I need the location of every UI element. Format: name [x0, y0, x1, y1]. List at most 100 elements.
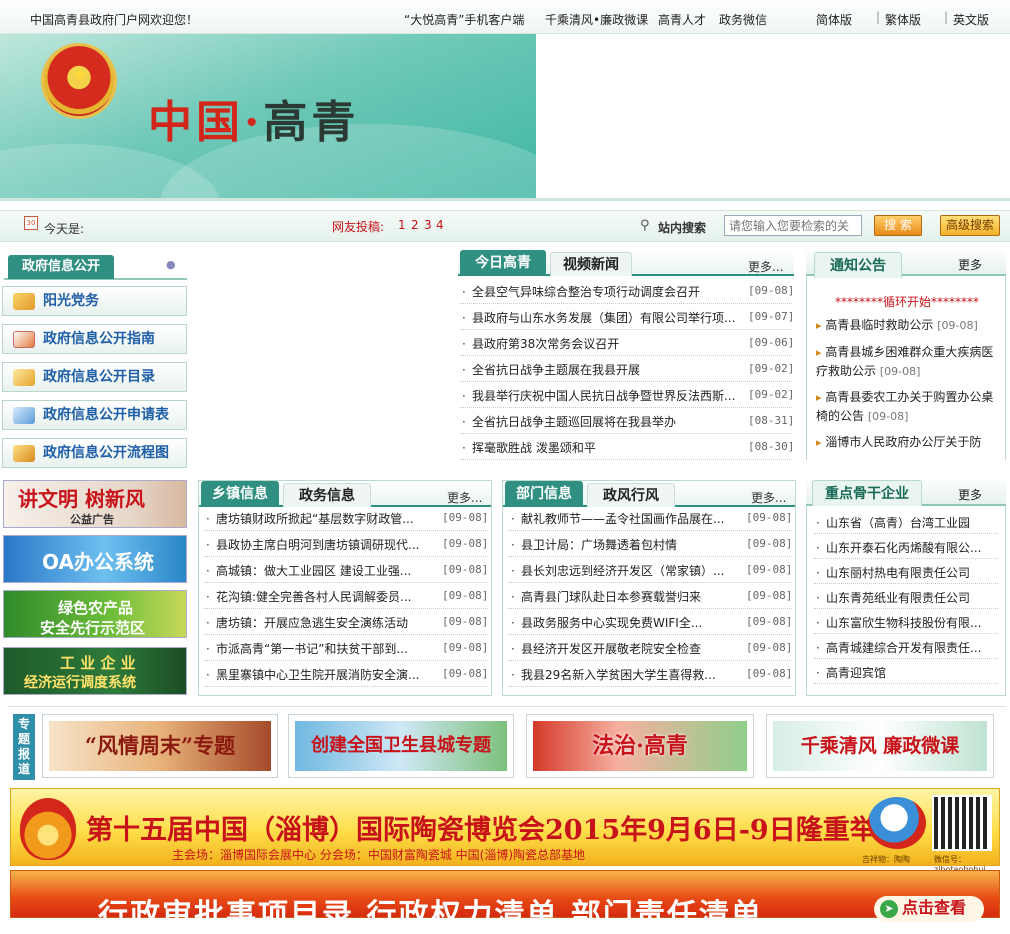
list-item-title: 全县空气异味综合整治专项行动调度会召开 [472, 285, 701, 299]
notice-item[interactable]: ▸ 高青县城乡困难群众重大疾病医疗救助公示 [09-08] [816, 343, 996, 381]
dotted-divider [204, 634, 488, 635]
welcome-text: 中国高青县政府门户网欢迎您！ [30, 13, 199, 27]
top-link-wechat[interactable]: 政务微信 [719, 11, 767, 28]
menu-disclosure-catalog[interactable]: 政府信息公开目录 [2, 362, 187, 392]
list-item[interactable]: · 全省抗日战争主题巡回展将在我县举办 [462, 413, 744, 430]
tab-town-info[interactable]: 乡镇信息 [201, 481, 279, 507]
list-item[interactable]: · 县政府第38次常务会议召开 [462, 335, 744, 352]
search-button[interactable]: 搜 索 [874, 215, 922, 236]
dotted-divider [204, 686, 488, 687]
zt-banner-integrity[interactable]: 千乘清风 廉政微课 [766, 714, 994, 778]
zt-banner-rule-of-law[interactable]: 法治·高青 [526, 714, 754, 778]
enterprise-item[interactable]: · 山东富欣生物科技股份有限... [816, 614, 996, 631]
enterprise-item[interactable]: · 山东省（高青）台湾工业园 [816, 514, 996, 531]
enterprise-item[interactable]: · 山东开泰石化丙烯酸有限公... [816, 539, 996, 556]
banner-oa-system[interactable]: OA办公系统 [3, 535, 187, 583]
enterprise-item[interactable]: · 山东青苑纸业有限责任公司 [816, 589, 996, 606]
notice-item[interactable]: ▸ 高青县委农工办关于购置办公桌椅的公告 [09-08] [816, 388, 996, 426]
menu-disclosure-application[interactable]: 政府信息公开申请表 [2, 400, 187, 430]
list-item[interactable]: · 唐坊镇财政所掀起“基层数字财政管... [206, 510, 436, 527]
menu-disclosure-guide[interactable]: 政府信息公开指南 [2, 324, 187, 354]
tab-conduct[interactable]: 政风行风 [587, 483, 675, 507]
list-item-title: 唐坊镇：开展应急逃生安全演练活动 [216, 616, 409, 630]
list-item[interactable]: · 市派高青“第一书记”和扶贫干部到... [206, 640, 436, 657]
tab-dept-info[interactable]: 部门信息 [505, 481, 583, 507]
dotted-divider [814, 608, 998, 609]
tab-video-news[interactable]: 视频新闻 [550, 252, 632, 276]
list-item-date: [09-08] [442, 511, 489, 524]
dotted-divider [508, 686, 792, 687]
arrow-right-icon: ➤ [880, 900, 898, 918]
lang-traditional[interactable]: 繁体版 [885, 11, 921, 28]
list-item[interactable]: · 县卫计局：广场舞透着包村情 [511, 536, 741, 553]
enterprise-item[interactable]: · 高青城建综合开发有限责任... [816, 639, 996, 656]
list-item[interactable]: · 县政府与山东水务发展（集团）有限公司举行项... [462, 309, 744, 326]
list-item-title: 我县举行庆祝中国人民抗日战争暨世界反法西斯... [472, 389, 736, 403]
list-item-date: [09-08] [746, 641, 793, 654]
bullet-icon: · [462, 389, 466, 403]
list-item[interactable]: · 全县空气异味综合整治专项行动调度会召开 [462, 283, 744, 300]
contribution-page-link[interactable]: 3 [424, 218, 432, 232]
notice-item[interactable]: ▸ 淄博市人民政府办公厅关于防 [816, 433, 996, 459]
list-item-title: 献礼教师节——孟令社国画作品展在... [521, 512, 725, 526]
dotted-divider [204, 582, 488, 583]
notice-tab[interactable]: 通知公告 [814, 252, 902, 278]
town-more-link[interactable]: 更多... [447, 489, 482, 506]
dotted-divider [204, 608, 488, 609]
banner-civility-ad[interactable]: 讲文明 树新风 公益广告 [3, 480, 187, 528]
bullet-icon: · [462, 441, 466, 455]
top-link-talent[interactable]: 高青人才 [658, 11, 706, 28]
bullet-icon: · [816, 591, 820, 605]
notice-item[interactable]: ▸ 高青县临时救助公示 [09-08] [816, 316, 996, 335]
search-input[interactable] [724, 215, 862, 236]
zt-banner-health-county[interactable]: 创建全国卫生县城专题 [288, 714, 514, 778]
banner-subtitle: 经济运行调度系统 [24, 675, 136, 691]
news-more-link[interactable]: 更多... [748, 258, 783, 275]
lang-english[interactable]: 英文版 [953, 11, 989, 28]
list-item[interactable]: · 挥毫歌胜战 泼墨颂和平 [462, 439, 744, 456]
zt-banner-weekend[interactable]: “风情周末”专题 [42, 714, 278, 778]
notice-more-link[interactable]: 更多 [958, 256, 982, 273]
bullet-icon: · [206, 642, 210, 656]
menu-disclosure-flowchart[interactable]: 政府信息公开流程图 [2, 438, 187, 468]
speaker-icon: ▸ [816, 319, 822, 332]
contribution-page-link[interactable]: 2 [411, 218, 419, 232]
list-item[interactable]: · 全省抗日战争主题展在我县开展 [462, 361, 744, 378]
contribution-page-link[interactable]: 1 [398, 218, 406, 232]
list-item[interactable]: · 花沟镇:健全完善各村人民调解委员... [206, 588, 436, 605]
notice-title: 高青县临时救助公示 [825, 318, 934, 332]
top-link-integrity-course[interactable]: 千乘清风•廉政微课 [545, 11, 648, 28]
list-item[interactable]: · 县政协主席白明河到唐坊镇调研现代... [206, 536, 436, 553]
list-item[interactable]: · 高青县门球队赴日本参赛载誉归来 [511, 588, 741, 605]
list-item[interactable]: · 唐坊镇：开展应急逃生安全演练活动 [206, 614, 436, 631]
list-item-date: [09-08] [442, 589, 489, 602]
list-item[interactable]: · 县经济开发区开展敬老院安全检查 [511, 640, 741, 657]
banner-industry-system[interactable]: 工 业 企 业 经济运行调度系统 [3, 647, 187, 695]
tab-today-gaoqing[interactable]: 今日高青 [460, 250, 546, 276]
list-item[interactable]: · 县长刘忠远到经济开发区（常家镇）... [511, 562, 741, 579]
contribution-page-link[interactable]: 4 [436, 218, 444, 232]
menu-party-affairs[interactable]: 阳光党务 [2, 286, 187, 316]
list-item[interactable]: · 献礼教师节——孟令社国画作品展在... [511, 510, 741, 527]
advanced-search-button[interactable]: 高级搜索 [940, 215, 1000, 236]
list-item-title: 市派高青“第一书记”和扶贫干部到... [216, 642, 408, 656]
enterprise-tab[interactable]: 重点骨干企业 [812, 480, 922, 506]
dept-more-link[interactable]: 更多... [751, 489, 786, 506]
dotted-divider [460, 355, 792, 356]
list-item-date: [09-08] [442, 641, 489, 654]
list-item[interactable]: · 我县举行庆祝中国人民抗日战争暨世界反法西斯... [462, 387, 744, 404]
dept-tab-header: 部门信息 政风行风 更多... [503, 481, 795, 507]
list-item[interactable]: · 我县29名新入学贫困大学生喜得救... [511, 666, 741, 683]
list-item[interactable]: · 高城镇：做大工业园区 建设工业强... [206, 562, 436, 579]
top-link-mobile-client[interactable]: “大悦高青”手机客户端 [404, 11, 524, 28]
banner-green-agriculture[interactable]: 绿色农产品 安全先行示范区 [3, 590, 187, 638]
tab-gov-affairs-info[interactable]: 政务信息 [283, 483, 371, 507]
lang-simplified[interactable]: 简体版 [816, 11, 852, 28]
list-item[interactable]: · 县政务服务中心实现免费WIFI全... [511, 614, 741, 631]
enterprise-more-link[interactable]: 更多 [958, 486, 982, 503]
bullet-icon: · [206, 668, 210, 682]
enterprise-item[interactable]: · 山东丽村热电有限责任公司 [816, 564, 996, 581]
list-item[interactable]: · 黑里寨镇中心卫生院开展消防安全演... [206, 666, 436, 683]
enterprise-name: 山东丽村热电有限责任公司 [826, 566, 971, 580]
enterprise-item[interactable]: · 高青迎宾馆 [816, 664, 996, 681]
